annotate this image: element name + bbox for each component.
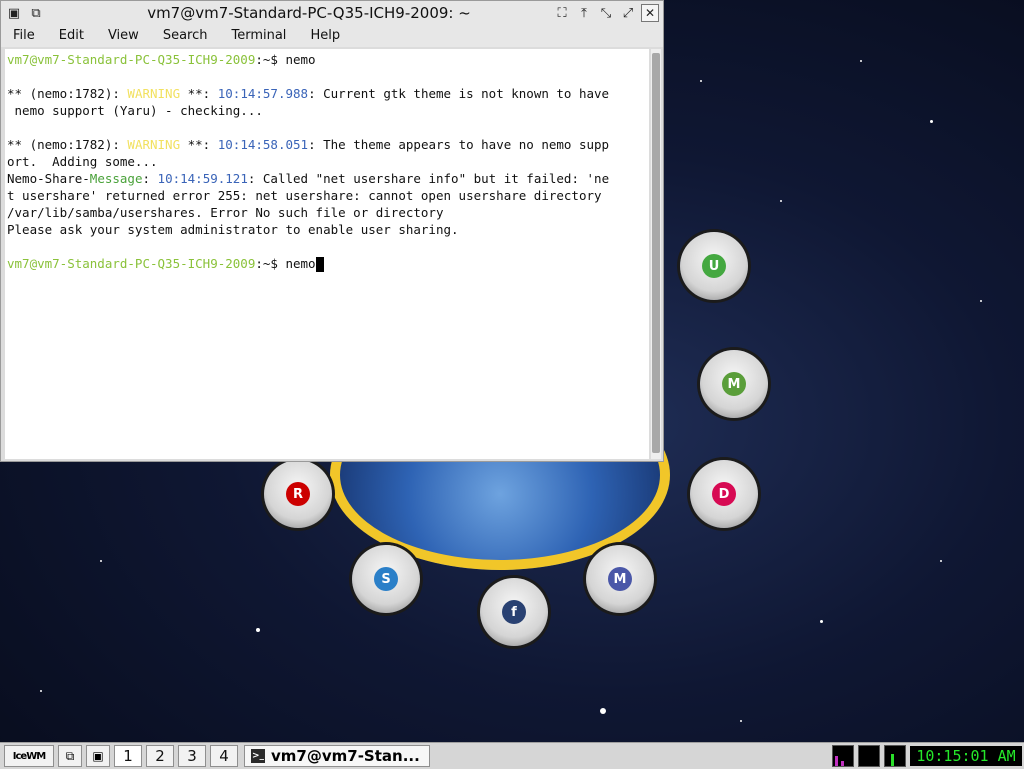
fullscreen-icon[interactable]: ⛶ bbox=[553, 4, 571, 22]
log-text: : Current gtk theme is not known to have bbox=[308, 86, 610, 101]
command-text: nemo bbox=[285, 256, 316, 271]
terminal-launcher-icon[interactable]: ▣ bbox=[86, 745, 110, 767]
timestamp: 10:14:59.121 bbox=[157, 171, 248, 186]
timestamp: 10:14:58.051 bbox=[217, 137, 309, 152]
terminal-line: nemo support (Yaru) - checking... bbox=[7, 103, 263, 118]
penguin-fedora-icon: f bbox=[480, 578, 548, 646]
window-list-icon[interactable]: ⧉ bbox=[58, 745, 82, 767]
warning-label: WARNING bbox=[127, 137, 181, 152]
log-prefix: ** (nemo:1782): bbox=[7, 137, 128, 152]
log-prefix: Nemo-Share- bbox=[7, 171, 90, 186]
menu-terminal[interactable]: Terminal bbox=[219, 25, 298, 47]
start-menu-label: IceWM bbox=[12, 750, 46, 762]
timestamp: 10:14:57.988 bbox=[217, 86, 309, 101]
penguin-debian-icon: D bbox=[690, 460, 758, 528]
workspace-1-button[interactable]: 1 bbox=[114, 745, 142, 767]
terminal-line: ** (nemo:1782): WARNING **: 10:14:58.051… bbox=[7, 136, 647, 153]
penguin-mint-icon: M bbox=[700, 350, 768, 418]
memory-monitor-icon[interactable] bbox=[858, 745, 880, 767]
terminal-line: t usershare' returned error 255: net use… bbox=[7, 188, 602, 203]
workspace-3-button[interactable]: 3 bbox=[178, 745, 206, 767]
penguin-ubuntu-icon: U bbox=[680, 232, 748, 300]
start-menu-button[interactable]: IceWM bbox=[4, 745, 54, 767]
system-tray: 10:15:01 AM bbox=[832, 745, 1022, 767]
scrollbar-thumb[interactable] bbox=[652, 53, 660, 453]
window-title: vm7@vm7-Standard-PC-Q35-ICH9-2009: ~ bbox=[147, 4, 471, 22]
log-text: : Called "net usershare info" but it fai… bbox=[247, 171, 610, 186]
terminal-line: Nemo-Share-Message: 10:14:59.121: Called… bbox=[7, 170, 647, 187]
penguin-mandriva-icon: M bbox=[586, 545, 654, 613]
taskbar: IceWM ⧉ ▣ 1 2 3 4 >_ vm7@vm7-Stan... 10:… bbox=[0, 742, 1024, 769]
terminal-line: vm7@vm7-Standard-PC-Q35-ICH9-2009:~$ nem… bbox=[7, 51, 647, 68]
workspace-label: 1 bbox=[123, 747, 133, 765]
terminal-app-icon[interactable]: ▣ bbox=[5, 4, 23, 22]
log-prefix: ** (nemo:1782): bbox=[7, 86, 128, 101]
minimize-icon[interactable]: ⤡ bbox=[597, 4, 615, 22]
window-titlebar[interactable]: ▣ ⧉ vm7@vm7-Standard-PC-Q35-ICH9-2009: ~… bbox=[1, 1, 663, 26]
log-sep: **: bbox=[180, 86, 218, 101]
terminal-icon: >_ bbox=[251, 749, 265, 763]
menu-help[interactable]: Help bbox=[298, 25, 352, 47]
network-monitor-icon[interactable] bbox=[884, 745, 906, 767]
menu-edit[interactable]: Edit bbox=[47, 25, 96, 47]
maximize-icon[interactable]: ⤢ bbox=[619, 4, 637, 22]
vertical-scrollbar[interactable] bbox=[651, 49, 661, 459]
workspace-label: 3 bbox=[187, 747, 197, 765]
close-icon[interactable]: ✕ bbox=[641, 4, 659, 22]
taskbar-task-terminal[interactable]: >_ vm7@vm7-Stan... bbox=[244, 745, 430, 767]
menu-view[interactable]: View bbox=[96, 25, 151, 47]
log-text: : The theme appears to have no nemo supp bbox=[308, 137, 610, 152]
penguin-redhat-icon: R bbox=[264, 460, 332, 528]
workspace-label: 4 bbox=[219, 747, 229, 765]
terminal-line: /var/lib/samba/usershares. Error No such… bbox=[7, 205, 444, 220]
menubar: File Edit View Search Terminal Help bbox=[1, 25, 663, 47]
raise-window-icon[interactable]: ⤒ bbox=[575, 4, 593, 22]
terminal-output[interactable]: vm7@vm7-Standard-PC-Q35-ICH9-2009:~$ nem… bbox=[5, 49, 649, 459]
clock[interactable]: 10:15:01 AM bbox=[910, 746, 1022, 766]
task-label: vm7@vm7-Stan... bbox=[271, 747, 420, 765]
window-layer-icon[interactable]: ⧉ bbox=[27, 4, 45, 22]
workspace-2-button[interactable]: 2 bbox=[146, 745, 174, 767]
workspace-4-button[interactable]: 4 bbox=[210, 745, 238, 767]
terminal-window: ▣ ⧉ vm7@vm7-Standard-PC-Q35-ICH9-2009: ~… bbox=[0, 0, 664, 462]
terminal-line: ** (nemo:1782): WARNING **: 10:14:57.988… bbox=[7, 85, 647, 102]
terminal-line: Please ask your system administrator to … bbox=[7, 222, 459, 237]
cpu-monitor-icon[interactable] bbox=[832, 745, 854, 767]
prompt-suffix: :~$ bbox=[255, 52, 286, 67]
warning-label: WARNING bbox=[127, 86, 181, 101]
prompt-text: vm7@vm7-Standard-PC-Q35-ICH9-2009 bbox=[7, 256, 256, 271]
command-text: nemo bbox=[285, 52, 316, 67]
menu-search[interactable]: Search bbox=[151, 25, 220, 47]
message-label: Message bbox=[89, 171, 143, 186]
workspace-label: 2 bbox=[155, 747, 165, 765]
menu-file[interactable]: File bbox=[1, 25, 47, 47]
text-cursor bbox=[315, 257, 324, 272]
prompt-suffix: :~$ bbox=[255, 256, 286, 271]
prompt-text: vm7@vm7-Standard-PC-Q35-ICH9-2009 bbox=[7, 52, 256, 67]
log-sep: : bbox=[142, 171, 158, 186]
penguin-opensuse-icon: S bbox=[352, 545, 420, 613]
terminal-line: ort. Adding some... bbox=[7, 154, 158, 169]
log-sep: **: bbox=[180, 137, 218, 152]
terminal-line: vm7@vm7-Standard-PC-Q35-ICH9-2009:~$ nem… bbox=[7, 255, 647, 272]
